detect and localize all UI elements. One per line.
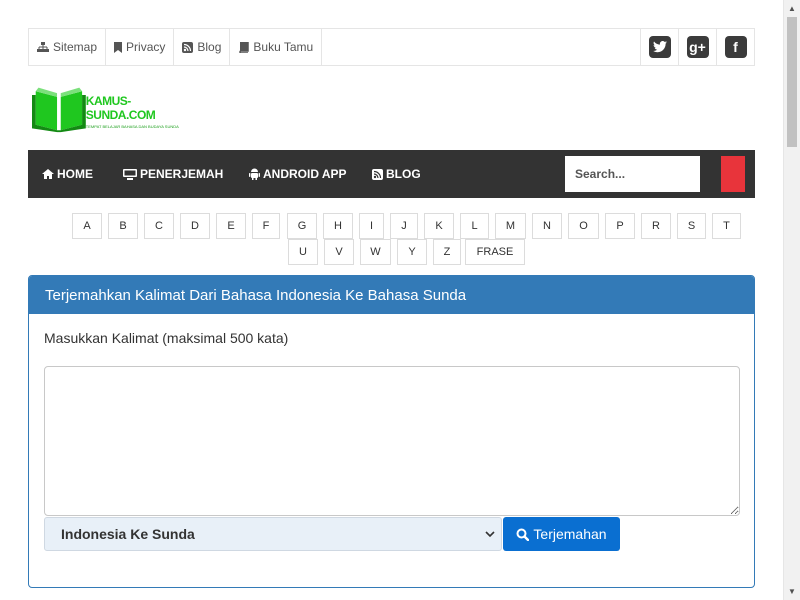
search-icon <box>516 528 530 541</box>
twitter-icon <box>648 36 671 58</box>
letter-i[interactable]: I <box>359 213 384 239</box>
scroll-down-icon[interactable]: ▼ <box>784 583 800 600</box>
android-icon <box>249 168 260 180</box>
letter-k[interactable]: K <box>424 213 454 239</box>
phrase-button[interactable]: FRASE <box>465 239 525 265</box>
letter-u[interactable]: U <box>288 239 318 265</box>
chevron-down-icon <box>485 531 495 538</box>
letter-g[interactable]: G <box>287 213 317 239</box>
main-nav: HOME PENERJEMAH ANDROID APP BLOG Search.… <box>28 150 755 198</box>
nav-blog[interactable]: BLOG <box>372 150 421 198</box>
scroll-thumb[interactable] <box>787 17 797 147</box>
google-plus-button[interactable]: g+ <box>678 29 716 65</box>
scroll-up-icon[interactable]: ▲ <box>784 0 800 17</box>
letter-y[interactable]: Y <box>397 239 427 265</box>
letter-l[interactable]: L <box>460 213 489 239</box>
site-logo[interactable]: KAMUS-SUNDA.COM TEMPAT BELAJAR BAHASA DA… <box>32 82 192 136</box>
vertical-scrollbar[interactable]: ▲ ▼ <box>783 0 800 600</box>
letter-n[interactable]: N <box>532 213 562 239</box>
nav-home-label: HOME <box>57 167 93 181</box>
letter-p[interactable]: P <box>605 213 635 239</box>
nav-translator[interactable]: PENERJEMAH <box>123 150 223 198</box>
letter-r[interactable]: R <box>641 213 671 239</box>
sitemap-icon <box>37 41 49 52</box>
top-bar: Sitemap Privacy Blog Buku Tamu g+ f <box>28 28 755 66</box>
twitter-button[interactable] <box>640 29 678 65</box>
sentence-textarea[interactable] <box>44 366 740 516</box>
monitor-icon <box>123 168 137 180</box>
letter-v[interactable]: V <box>324 239 354 265</box>
book-logo-icon <box>32 87 86 133</box>
letter-o[interactable]: O <box>568 213 599 239</box>
facebook-icon: f <box>724 36 747 58</box>
logo-brand: KAMUS-SUNDA.COM <box>85 94 156 122</box>
blog-label: Blog <box>197 40 222 54</box>
letter-f[interactable]: F <box>252 213 280 239</box>
facebook-button[interactable]: f <box>716 29 754 65</box>
guestbook-label: Buku Tamu <box>253 40 314 54</box>
search-input[interactable]: Search... <box>565 156 700 192</box>
sitemap-label: Sitemap <box>53 40 98 54</box>
home-icon <box>42 169 54 179</box>
logo-text: KAMUS-SUNDA.COM TEMPAT BELAJAR BAHASA DA… <box>86 94 192 129</box>
search-button[interactable] <box>721 156 745 192</box>
translator-panel: Terjemahkan Kalimat Dari Bahasa Indonesi… <box>28 275 755 588</box>
letter-z[interactable]: Z <box>433 239 461 265</box>
guestbook-link[interactable]: Buku Tamu <box>230 29 323 65</box>
social-links: g+ f <box>640 29 754 65</box>
letter-t[interactable]: T <box>712 213 741 239</box>
logo-tagline: TEMPAT BELAJAR BAHASA DAN BUDAYA SUNDA <box>85 124 179 129</box>
bookmark-icon <box>114 41 123 53</box>
translate-button[interactable]: Terjemahan <box>503 517 620 551</box>
direction-select[interactable]: Indonesia Ke Sunda <box>44 517 502 551</box>
sitemap-link[interactable]: Sitemap <box>29 29 107 65</box>
book-icon <box>239 41 250 53</box>
top-links: Sitemap Privacy Blog Buku Tamu <box>29 29 323 65</box>
translate-button-label: Terjemahan <box>533 526 607 542</box>
rss-icon <box>372 168 383 180</box>
nav-home[interactable]: HOME <box>42 150 93 198</box>
letter-a[interactable]: A <box>72 213 102 239</box>
nav-android[interactable]: ANDROID APP <box>249 150 347 198</box>
letter-s[interactable]: S <box>677 213 706 239</box>
nav-blog-label: BLOG <box>386 167 421 181</box>
letter-h[interactable]: H <box>323 213 353 239</box>
sentence-label: Masukkan Kalimat (maksimal 500 kata) <box>44 330 289 346</box>
privacy-link[interactable]: Privacy <box>106 29 175 65</box>
letter-d[interactable]: D <box>180 213 210 239</box>
blog-link[interactable]: Blog <box>174 29 231 65</box>
nav-translator-label: PENERJEMAH <box>140 167 224 181</box>
panel-title: Terjemahkan Kalimat Dari Bahasa Indonesi… <box>29 276 754 314</box>
letter-b[interactable]: B <box>108 213 138 239</box>
letter-w[interactable]: W <box>360 239 391 265</box>
rss-icon <box>182 41 194 53</box>
letter-m[interactable]: M <box>495 213 526 239</box>
letter-c[interactable]: C <box>144 213 174 239</box>
letter-e[interactable]: E <box>216 213 246 239</box>
letter-j[interactable]: J <box>390 213 418 239</box>
google-plus-icon: g+ <box>686 36 709 58</box>
privacy-label: Privacy <box>126 40 166 54</box>
direction-select-value: Indonesia Ke Sunda <box>61 526 195 542</box>
nav-android-label: ANDROID APP <box>263 167 347 181</box>
